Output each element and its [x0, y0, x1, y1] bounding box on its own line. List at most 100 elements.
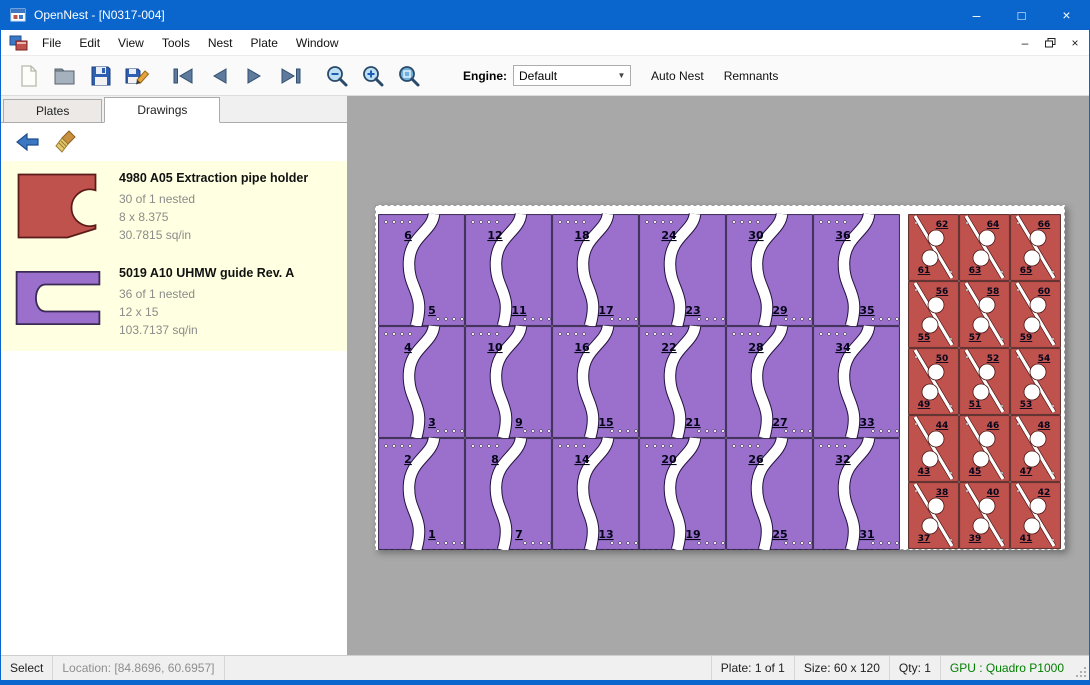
drawing-size: 12 x 15 [119, 303, 294, 321]
purple-part-pair: 2221 [640, 326, 726, 438]
sidebar: Plates Drawings [1, 96, 347, 655]
previous-plate-button[interactable] [201, 60, 237, 92]
menu-nest[interactable]: Nest [199, 30, 242, 56]
plate-view[interactable]: 6512111817242330293635431091615222128273… [375, 205, 1065, 550]
nest-canvas[interactable]: 6512111817242330293635431091615222128273… [347, 96, 1089, 655]
purple-part-pair: 109 [466, 326, 552, 438]
grip-dots-icon [1075, 666, 1087, 678]
red-part-pair: 6665 [1011, 215, 1061, 281]
svg-text:64: 64 [987, 220, 1000, 230]
purple-part-pair: 65 [379, 214, 465, 326]
svg-text:52: 52 [987, 354, 1000, 364]
svg-text:62: 62 [936, 220, 949, 230]
svg-text:35: 35 [859, 304, 874, 317]
restore-icon [1045, 38, 1056, 48]
mdi-close-button[interactable]: × [1064, 33, 1086, 53]
new-file-icon [18, 64, 40, 88]
tab-drawings[interactable]: Drawings [104, 97, 220, 123]
status-mode: Select [1, 656, 53, 680]
svg-text:19: 19 [685, 528, 700, 541]
red-part-pair: 5049 [909, 349, 959, 415]
menu-window[interactable]: Window [287, 30, 348, 56]
mdi-restore-button[interactable] [1039, 33, 1061, 53]
svg-text:24: 24 [661, 229, 677, 242]
sidebar-tabstrip: Plates Drawings [1, 96, 347, 123]
zoom-in-button[interactable] [355, 60, 391, 92]
svg-text:59: 59 [1020, 333, 1033, 343]
purple-part-pair: 2019 [640, 438, 726, 550]
blue-back-arrow-icon [16, 132, 40, 152]
svg-text:4: 4 [404, 341, 412, 354]
red-part-pair: 4039 [960, 483, 1010, 549]
status-bar: Select Location: [84.8696, 60.6957] Plat… [1, 655, 1089, 680]
engine-combobox[interactable]: Default ▼ [513, 65, 631, 86]
zoom-extents-icon [397, 64, 421, 88]
svg-text:23: 23 [685, 304, 700, 317]
auto-nest-button[interactable]: Auto Nest [641, 60, 714, 92]
svg-text:54: 54 [1038, 354, 1051, 364]
svg-text:61: 61 [918, 266, 931, 276]
menu-edit[interactable]: Edit [70, 30, 109, 56]
red-part-pair: 5453 [1011, 349, 1061, 415]
zoom-out-button[interactable] [319, 60, 355, 92]
next-arrow-icon [243, 64, 267, 88]
purple-part-pair: 43 [379, 326, 465, 438]
open-folder-icon [53, 64, 77, 88]
svg-text:14: 14 [574, 453, 590, 466]
zoom-extents-button[interactable] [391, 60, 427, 92]
drawing-list-item[interactable]: 5019 A10 UHMW guide Rev. A 36 of 1 neste… [1, 256, 347, 351]
red-part-pair: 4645 [960, 416, 1010, 482]
save-as-button[interactable] [119, 60, 155, 92]
drawings-toolbar [1, 123, 347, 161]
svg-text:46: 46 [987, 421, 1000, 431]
menu-file[interactable]: File [33, 30, 70, 56]
purple-part-pair: 87 [466, 438, 552, 550]
tab-plates[interactable]: Plates [3, 99, 102, 122]
first-plate-button[interactable] [165, 60, 201, 92]
status-gpu: GPU : Quadro P1000 [940, 656, 1073, 680]
svg-text:58: 58 [987, 287, 1000, 297]
menu-view[interactable]: View [109, 30, 153, 56]
svg-text:55: 55 [918, 333, 931, 343]
remnants-button[interactable]: Remnants [714, 60, 789, 92]
svg-text:33: 33 [859, 416, 874, 429]
svg-text:57: 57 [969, 333, 982, 343]
first-arrow-icon [171, 64, 195, 88]
purple-part-pair: 3029 [727, 214, 813, 326]
maximize-button[interactable]: □ [999, 0, 1044, 30]
drawing-nested-count: 30 of 1 nested [119, 190, 308, 208]
save-button[interactable] [83, 60, 119, 92]
next-plate-button[interactable] [237, 60, 273, 92]
svg-text:41: 41 [1020, 534, 1033, 544]
new-button[interactable] [11, 60, 47, 92]
mdi-minimize-button[interactable]: – [1014, 33, 1036, 53]
svg-text:44: 44 [936, 421, 949, 431]
previous-arrow-icon [207, 64, 231, 88]
menu-tools[interactable]: Tools [153, 30, 199, 56]
minimize-button[interactable]: – [954, 0, 999, 30]
send-to-plate-button[interactable] [13, 128, 43, 156]
close-button[interactable]: × [1044, 0, 1089, 30]
part-shape [17, 272, 100, 324]
open-button[interactable] [47, 60, 83, 92]
drawing-list-item[interactable]: 4980 A05 Extraction pipe holder 30 of 1 … [1, 161, 347, 256]
red-part-pair: 6463 [960, 215, 1010, 281]
svg-text:5: 5 [428, 304, 436, 317]
drawing-nested-count: 36 of 1 nested [119, 285, 294, 303]
status-size: Size: 60 x 120 [794, 656, 889, 680]
app-icon [10, 7, 26, 23]
mdi-document-icon[interactable] [9, 35, 29, 51]
chevron-down-icon[interactable]: ▼ [613, 66, 630, 85]
svg-text:26: 26 [748, 453, 764, 466]
svg-text:15: 15 [598, 416, 613, 429]
svg-text:29: 29 [772, 304, 787, 317]
svg-text:3: 3 [428, 416, 436, 429]
menu-plate[interactable]: Plate [242, 30, 287, 56]
red-part-pair: 5655 [909, 282, 959, 348]
last-plate-button[interactable] [273, 60, 309, 92]
clear-button[interactable] [51, 128, 81, 156]
part-thumbnail [13, 266, 109, 339]
svg-text:21: 21 [685, 416, 700, 429]
svg-text:2: 2 [404, 453, 412, 466]
resize-grip[interactable] [1073, 656, 1089, 680]
